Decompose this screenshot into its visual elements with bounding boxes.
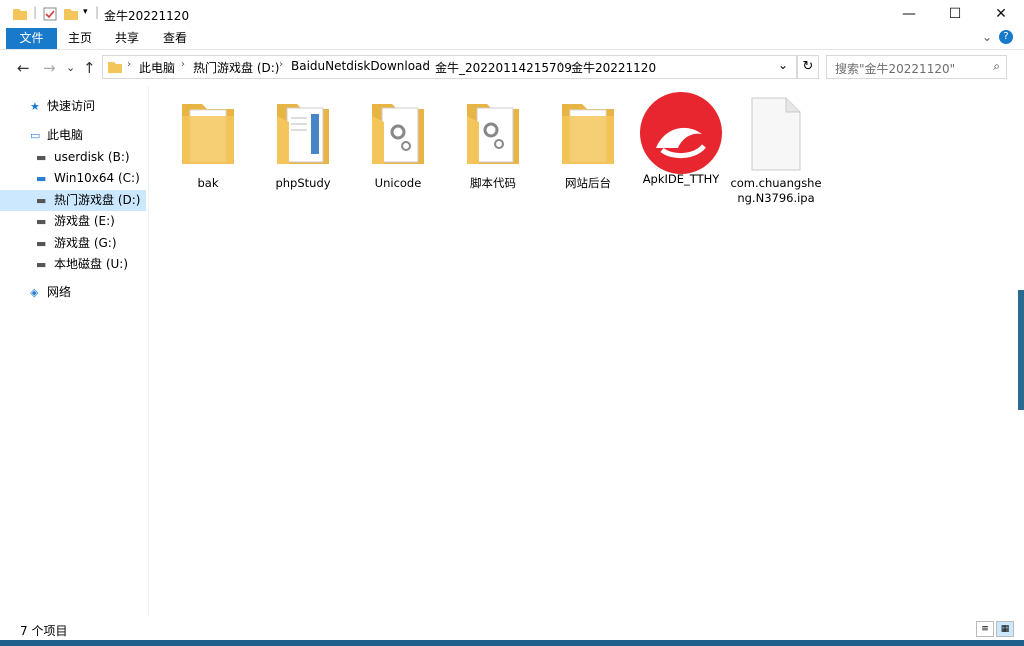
up-button[interactable]: ↑ [83,59,96,77]
star-icon: ★ [30,100,40,113]
apkide-app-icon [640,92,722,174]
network-icon: ◈ [30,286,39,299]
sidebar-item-label: 本地磁盘 (U:) [54,257,129,271]
file-name: phpStudy [275,176,331,190]
folder-item-site-admin[interactable]: 网站后台 [542,96,634,191]
forward-button[interactable]: → [43,59,56,77]
sidebar-item-label: Win10x64 (C:) [54,171,140,185]
chevron-right-icon: › [127,59,131,70]
folder-gear-icon [372,104,424,164]
expand-ribbon-icon[interactable]: ⌄ [982,30,992,44]
blank-file-icon [751,97,801,171]
breadcrumb-this-pc[interactable]: 此电脑 [139,59,175,76]
drive-icon: ▬ [36,151,47,164]
folder-item-bak[interactable]: bak [162,96,254,191]
file-name: 网站后台 [565,176,611,190]
sidebar-item-label: 此电脑 [47,128,84,142]
navigation-pane: ★ 快速访问 ▭ 此电脑 ▬ userdisk (B:) ▬ Win10x64 … [0,86,149,616]
folder-icon [108,62,122,73]
sidebar-item-drive-d[interactable]: ▬ 热门游戏盘 (D:) [0,190,146,211]
sidebar-item-drive-u[interactable]: ▬ 本地磁盘 (U:) [0,254,146,275]
tab-view[interactable]: 查看 [155,28,195,49]
folder-gear-icon [467,104,519,164]
file-list-area: bak phpStudy Unicode 脚本代码 网站后台 ApkIDE_TT… [150,86,1010,616]
large-icons-view-button[interactable]: ▦ [996,621,1014,637]
app-item-apkide[interactable]: ApkIDE_TTHY [635,88,727,187]
folder-document-icon [277,104,329,164]
drive-icon: ▬ [36,237,47,250]
breadcrumb-baidunetdisk[interactable]: BaiduNetdiskDownload [291,59,430,73]
file-name: 脚本代码 [470,176,516,190]
sidebar-item-label: 热门游戏盘 (D:) [54,193,141,207]
file-name: ApkIDE_TTHY [642,172,720,186]
window-edge [1018,290,1024,410]
search-box[interactable]: 搜索"金牛20221120" ⌕ [826,55,1007,79]
file-name: com.chuangsheng.N3796.ipa [730,176,822,205]
file-name: Unicode [374,176,422,190]
ribbon-tabs: 文件 主页 共享 查看 ⌄ ? [0,28,1024,50]
file-explorer-window: | ▾ | 金牛20221120 — ☐ ✕ 文件 主页 共享 查看 ⌄ ? ←… [0,0,1024,646]
sidebar-item-label: 快速访问 [47,99,96,113]
status-bar: 7 个项目 ≡ ▦ [0,618,1024,640]
search-icon[interactable]: ⌕ [993,59,1000,74]
folder-icon [562,104,614,164]
tab-share[interactable]: 共享 [107,28,147,49]
drive-icon: ▬ [36,215,47,228]
refresh-button[interactable]: ↻ [797,55,819,79]
tab-home[interactable]: 主页 [60,28,100,49]
sidebar-item-drive-c[interactable]: ▬ Win10x64 (C:) [0,168,146,189]
drive-icon: ▬ [36,194,47,207]
sidebar-item-drive-e[interactable]: ▬ 游戏盘 (E:) [0,211,146,232]
properties-icon[interactable] [42,6,58,22]
sidebar-item-drive-b[interactable]: ▬ userdisk (B:) [0,147,146,168]
computer-icon: ▭ [30,129,41,142]
folder-icon [13,9,27,20]
breadcrumb-current-folder[interactable]: 金牛20221120 [571,59,656,76]
new-folder-icon[interactable] [63,6,79,22]
minimize-button[interactable]: — [886,0,932,28]
sidebar-item-quick-access[interactable]: ★ 快速访问 [0,96,146,117]
sidebar-item-label: userdisk (B:) [54,150,130,164]
chevron-right-icon: › [559,59,563,70]
address-bar[interactable]: › 此电脑 › 热门游戏盘 (D:) › BaiduNetdiskDownloa… [102,55,797,79]
chevron-right-icon: › [279,59,283,70]
maximize-button[interactable]: ☐ [932,0,978,28]
file-name: bak [197,176,219,190]
folder-item-unicode[interactable]: Unicode [352,96,444,191]
details-view-button[interactable]: ≡ [976,621,994,637]
drive-icon: ▬ [36,258,47,271]
taskbar-strip [0,640,1024,646]
item-count: 7 个项目 [20,624,68,638]
breadcrumb-jinniu-archive[interactable]: 金牛_20220114215709 [435,59,572,76]
file-item-ipa[interactable]: com.chuangsheng.N3796.ipa [730,96,822,206]
back-button[interactable]: ← [17,59,30,77]
sidebar-item-label: 游戏盘 (G:) [54,236,117,250]
windows-drive-icon: ▬ [36,172,47,185]
folder-icon [182,104,234,164]
chevron-right-icon: › [423,59,427,70]
folder-item-script-code[interactable]: 脚本代码 [447,96,539,191]
search-placeholder: 搜索"金牛20221120" [835,62,956,76]
folder-item-phpstudy[interactable]: phpStudy [257,96,349,191]
recent-locations-button[interactable]: ⌄ [66,61,75,74]
customize-toolbar-icon[interactable]: ▾ [83,7,88,17]
window-title: 金牛20221120 [104,9,190,23]
close-button[interactable]: ✕ [978,0,1024,28]
sidebar-item-drive-g[interactable]: ▬ 游戏盘 (G:) [0,233,146,254]
breadcrumb-drive-d[interactable]: 热门游戏盘 (D:) [193,59,279,76]
sidebar-item-network[interactable]: ◈ 网络 [0,282,146,303]
sidebar-item-this-pc[interactable]: ▭ 此电脑 [0,125,146,146]
tab-file[interactable]: 文件 [6,28,57,49]
sidebar-item-label: 游戏盘 (E:) [54,214,115,228]
help-icon[interactable]: ? [999,30,1013,44]
title-bar: | ▾ | 金牛20221120 — ☐ ✕ [0,0,1024,28]
address-dropdown-icon[interactable]: ⌄ [778,58,788,72]
sidebar-item-label: 网络 [47,285,72,299]
chevron-right-icon: › [181,59,185,70]
